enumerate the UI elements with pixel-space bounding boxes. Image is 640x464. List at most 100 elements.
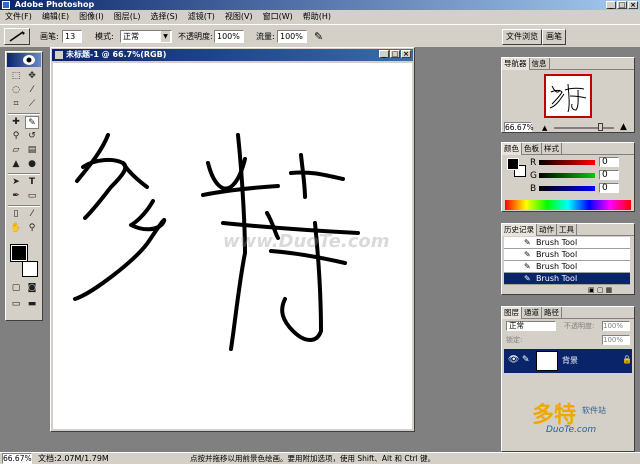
screen-mode-full-icon[interactable]: ▬ — [25, 298, 39, 311]
channel-b-slider[interactable] — [539, 186, 595, 191]
zoom-out-icon[interactable]: ▲ — [542, 124, 547, 132]
status-bar: 66.67% 文档:2.07M/1.79M 点按并拖移以用前景色绘画。要用附加选… — [0, 452, 640, 464]
menu-edit[interactable]: 编辑(E) — [37, 10, 74, 24]
tab-swatches[interactable]: 色板 — [522, 143, 542, 155]
canvas[interactable]: www.DuoTe.com — [53, 63, 412, 429]
history-item[interactable]: ✎ Brush Tool — [504, 249, 630, 261]
path-select-icon[interactable]: ➤ — [9, 176, 23, 189]
layer-opacity-input[interactable]: 100% — [602, 321, 630, 331]
airbrush-icon[interactable]: ✎ — [314, 30, 323, 43]
tab-history[interactable]: 历史记录 — [502, 224, 537, 236]
gradient-tool-icon[interactable]: ▤ — [25, 144, 39, 157]
status-doc-info[interactable]: 文档:2.07M/1.79M — [38, 453, 109, 464]
watermark-text: www.DuoTe.com — [223, 231, 390, 252]
pen-tool-icon[interactable]: ✒ — [9, 190, 23, 203]
history-brush-icon[interactable]: ↺ — [25, 130, 39, 143]
logo-url: DuoTe.com — [546, 425, 597, 435]
history-item-selected[interactable]: ✎ Brush Tool — [504, 273, 630, 285]
close-button[interactable]: × — [628, 1, 638, 9]
navigator-thumbnail[interactable] — [544, 74, 592, 118]
tab-file-browser[interactable]: 文件浏览 — [502, 29, 542, 45]
tab-info[interactable]: 信息 — [530, 58, 550, 70]
marquee-tool-icon[interactable]: ⬚ — [9, 70, 23, 83]
document-window: 未标题-1 @ 66.7%(RGB) _ □ × www.DuoTe.com — [50, 47, 415, 432]
channel-r-input[interactable]: 0 — [599, 157, 619, 167]
visibility-eye-icon[interactable]: 👁 — [508, 355, 519, 365]
history-item[interactable]: ✎ Brush Tool — [504, 237, 630, 249]
clone-stamp-icon[interactable]: ⚲ — [9, 130, 23, 143]
brush-tool-icon[interactable]: ✎ — [25, 116, 39, 129]
eyedropper-icon[interactable]: ⁄ — [25, 208, 39, 221]
brush-link-icon[interactable]: ✎ — [522, 355, 530, 365]
zoom-in-icon[interactable]: ▲ — [620, 122, 627, 132]
quickmask-mode-icon[interactable]: ◙ — [25, 282, 39, 295]
menu-filter[interactable]: 滤镜(T) — [183, 10, 220, 24]
new-snapshot-icon[interactable]: ▣ ▢ ▦ — [588, 286, 612, 294]
flow-input[interactable]: 100% — [277, 30, 307, 43]
screen-mode-standard-icon[interactable]: ▭ — [9, 298, 23, 311]
menu-window[interactable]: 窗口(W) — [258, 10, 298, 24]
magic-wand-icon[interactable]: ⁄ — [25, 84, 39, 97]
channel-b-input[interactable]: 0 — [599, 183, 619, 193]
brush-tool-icon — [9, 31, 25, 42]
status-zoom[interactable]: 66.67% — [2, 453, 32, 464]
tab-actions[interactable]: 动作 — [537, 224, 557, 236]
brush-tool-icon: ✎ — [524, 274, 531, 283]
layer-mode-select[interactable]: 正常 — [506, 321, 556, 331]
minimize-button[interactable]: _ — [606, 1, 616, 9]
zoom-slider-track[interactable] — [554, 127, 614, 129]
navigator-zoom-input[interactable]: 66.67% — [504, 122, 534, 132]
menu-view[interactable]: 视图(V) — [220, 10, 258, 24]
hand-tool-icon[interactable]: ✋ — [9, 222, 23, 235]
zoom-slider-thumb[interactable] — [598, 123, 603, 131]
eraser-tool-icon[interactable]: ▱ — [9, 144, 23, 157]
channel-r-slider[interactable] — [539, 160, 595, 165]
channel-g-input[interactable]: 0 — [599, 170, 619, 180]
brush-tool-icon: ✎ — [524, 250, 531, 259]
doc-minimize-button[interactable]: _ — [379, 50, 389, 58]
tab-brushes[interactable]: 画笔 — [542, 29, 566, 45]
tab-styles[interactable]: 样式 — [542, 143, 562, 155]
palette-well: 文件浏览 画笔 — [502, 29, 566, 45]
tab-navigator[interactable]: 导航器 — [502, 58, 530, 70]
menu-image[interactable]: 图像(I) — [74, 10, 109, 24]
zoom-tool-icon[interactable]: ⚲ — [25, 222, 39, 235]
history-item[interactable]: ✎ Brush Tool — [504, 261, 630, 273]
standard-mode-icon[interactable]: ▢ — [9, 282, 23, 295]
channel-g-slider[interactable] — [539, 173, 595, 178]
dodge-tool-icon[interactable]: ● — [25, 158, 39, 171]
opacity-input[interactable]: 100% — [214, 30, 244, 43]
flow-label: 流量: — [256, 32, 275, 41]
menu-layer[interactable]: 图层(L) — [109, 10, 146, 24]
color-spectrum-bar[interactable] — [505, 200, 631, 210]
tab-channels[interactable]: 通道 — [522, 307, 542, 319]
brush-size-picker[interactable]: 13 — [62, 30, 82, 43]
layer-fill-input[interactable]: 100% — [602, 335, 630, 345]
toolbox: ⬚ ✥ ◌ ⁄ ⌗ ⟋ ✚ ✎ ⚲ ↺ ▱ ▤ ▲ ● ➤ T ✒ ▭ ▯ ⁄ … — [5, 51, 43, 321]
mode-select[interactable]: 正常 ▼ — [120, 30, 172, 43]
notes-tool-icon[interactable]: ▯ — [9, 208, 23, 221]
maximize-button[interactable]: □ — [617, 1, 627, 9]
menu-file[interactable]: 文件(F) — [0, 10, 37, 24]
tool-preset-picker[interactable] — [4, 28, 30, 45]
lasso-tool-icon[interactable]: ◌ — [9, 84, 23, 97]
menu-select[interactable]: 选择(S) — [145, 10, 182, 24]
slice-tool-icon[interactable]: ⟋ — [25, 98, 39, 111]
tab-tools[interactable]: 工具 — [557, 224, 577, 236]
menu-help[interactable]: 帮助(H) — [298, 10, 336, 24]
color-fg-swatch[interactable] — [507, 158, 519, 170]
foreground-color-swatch[interactable] — [10, 244, 28, 262]
blur-tool-icon[interactable]: ▲ — [9, 158, 23, 171]
doc-close-button[interactable]: × — [401, 50, 411, 58]
crop-tool-icon[interactable]: ⌗ — [9, 98, 23, 111]
healing-brush-icon[interactable]: ✚ — [9, 116, 23, 129]
background-color-swatch[interactable] — [22, 261, 38, 277]
move-tool-icon[interactable]: ✥ — [25, 70, 39, 83]
tab-color[interactable]: 颜色 — [502, 143, 522, 155]
tab-layers[interactable]: 图层 — [502, 307, 522, 319]
shape-tool-icon[interactable]: ▭ — [25, 190, 39, 203]
layer-row-background[interactable]: 👁 ✎ 背景 🔒 — [504, 349, 632, 373]
doc-maximize-button[interactable]: □ — [390, 50, 400, 58]
type-tool-icon[interactable]: T — [25, 176, 39, 189]
tab-paths[interactable]: 路径 — [542, 307, 562, 319]
